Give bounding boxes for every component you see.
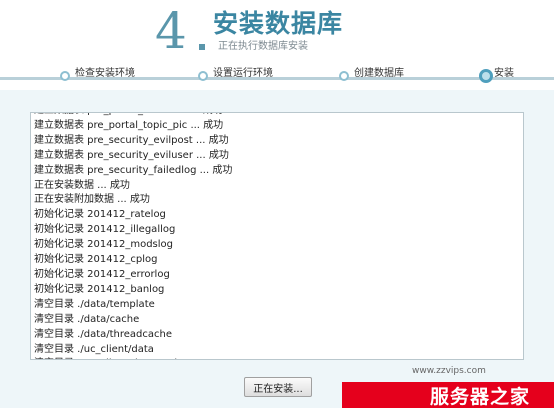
install-steps-bar: 检查安装环境 设置运行环境 创建数据库 安装 [0, 60, 554, 90]
log-line: 清空目录 ./uc_client/data [34, 343, 154, 355]
watermark-url: www.zzvips.com [412, 366, 486, 376]
step-dot-icon [60, 71, 70, 81]
watermark: www.zzvips.com 服务器之家 [342, 362, 554, 408]
step-number-dot [199, 44, 205, 50]
step-label: 创建数据库 [354, 68, 404, 79]
log-line: 建立数据表 pre_security_eviluser ... 成功 [34, 149, 229, 161]
step-dot-icon [339, 71, 349, 81]
page-title: 安装数据库 [213, 9, 344, 38]
page-header: 4 安装数据库 正在执行数据库安装 [0, 0, 554, 64]
log-line: 建立数据表 pre_security_evilpost ... 成功 [34, 134, 229, 146]
log-line: 建立数据表 pre_portal_topic_pic ... 成功 [34, 119, 224, 131]
log-line: 清空目录 ./data/threadcache [34, 328, 173, 340]
log-line: 初始化记录 201412_modslog [34, 239, 174, 251]
log-line: 正在安装附加数据 ... 成功 [34, 194, 150, 206]
log-line: 清空目录 ./data/cache [34, 313, 140, 325]
watermark-text: 服务器之家 [430, 386, 531, 408]
log-line: 初始化记录 201412_cplog [34, 254, 158, 266]
log-line: 初始化记录 201412_illegallog [34, 224, 176, 236]
log-line: 建立数据表 pre_portal_rsscache ... 成功 [34, 113, 523, 119]
step-dot-icon [198, 71, 208, 81]
install-log-box[interactable]: 建立数据表 pre_portal_rsscache ... 成功建立数据表 pr… [30, 112, 524, 360]
install-log-lines: 建立数据表 pre_portal_rsscache ... 成功建立数据表 pr… [34, 113, 523, 359]
step-label: 设置运行环境 [213, 68, 273, 79]
step-label: 安装 [494, 68, 514, 79]
log-line: 清空目录 ./data/template [34, 298, 155, 310]
log-line: 建立数据表 pre_security_failedlog ... 成功 [34, 164, 233, 176]
step-label: 检查安装环境 [75, 68, 135, 79]
page-subtitle: 正在执行数据库安装 [218, 41, 308, 52]
log-line: 清空目录 ./uc_client/data/cache [34, 357, 523, 359]
log-line: 初始化记录 201412_ratelog [34, 209, 166, 221]
log-line: 初始化记录 201412_banlog [34, 283, 165, 295]
log-line: 正在安装数据 ... 成功 [34, 179, 130, 191]
step-number: 4 [155, 2, 187, 60]
content-area: 建立数据表 pre_portal_rsscache ... 成功建立数据表 pr… [0, 90, 554, 408]
log-line: 初始化记录 201412_errorlog [34, 268, 170, 280]
step-dot-active-icon [479, 69, 493, 83]
installing-button[interactable]: 正在安装... [244, 377, 312, 397]
